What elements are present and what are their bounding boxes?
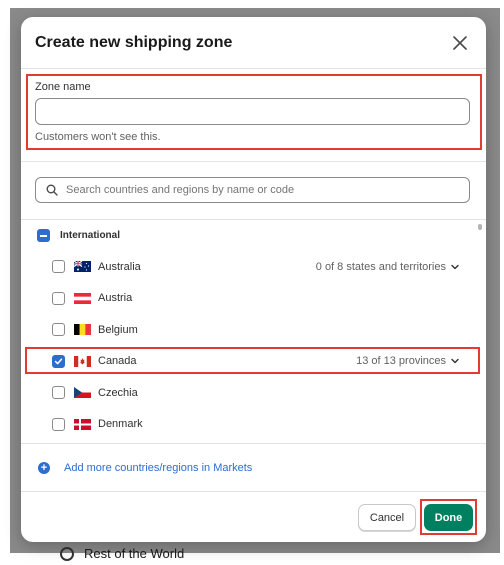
country-name: Denmark xyxy=(98,418,143,431)
denmark-flag-icon xyxy=(74,418,91,430)
australia-flag-icon xyxy=(74,261,91,273)
country-name: Belgium xyxy=(98,323,138,336)
region-count-dropdown[interactable]: 13 of 13 provinces xyxy=(356,355,460,367)
close-icon xyxy=(453,35,467,50)
country-row-canada[interactable]: Canada 13 of 13 provinces xyxy=(21,346,486,378)
plus-circle-icon: + xyxy=(38,461,50,474)
globe-icon xyxy=(60,546,74,561)
country-name: Austria xyxy=(98,292,133,305)
zone-name-label: Zone name xyxy=(35,81,91,93)
country-checkbox[interactable] xyxy=(52,417,65,431)
shipping-zone-modal: Create new shipping zone Zone name Custo… xyxy=(21,17,486,542)
cancel-button[interactable]: Cancel xyxy=(358,504,416,531)
close-button[interactable] xyxy=(448,31,472,55)
chevron-down-icon xyxy=(451,264,459,269)
country-row-belgium[interactable]: Belgium xyxy=(21,314,486,346)
modal-title: Create new shipping zone xyxy=(35,33,233,51)
canada-flag-icon xyxy=(74,355,91,367)
chevron-down-icon xyxy=(451,359,459,364)
austria-flag-icon xyxy=(74,292,91,304)
region-count: 13 of 13 provinces xyxy=(356,355,446,368)
zone-name-input[interactable] xyxy=(35,98,470,125)
country-list[interactable]: International Australia 0 of 8 states an… xyxy=(21,220,486,444)
region-count: 0 of 8 states and territories xyxy=(315,260,446,273)
search-section xyxy=(21,162,486,220)
country-name: Czechia xyxy=(98,386,138,399)
country-checkbox-checked[interactable] xyxy=(52,354,65,368)
country-row-denmark[interactable]: Denmark xyxy=(21,409,486,441)
czechia-flag-icon xyxy=(74,387,91,399)
add-more-link[interactable]: Add more countries/regions in Markets xyxy=(64,462,252,474)
done-button[interactable]: Done xyxy=(424,504,473,531)
country-row-czechia[interactable]: Czechia xyxy=(21,377,486,409)
background-row: Rest of the World xyxy=(60,546,184,561)
country-row-austria[interactable]: Austria xyxy=(21,283,486,315)
country-checkbox[interactable] xyxy=(52,291,65,305)
add-more-countries[interactable]: + Add more countries/regions in Markets xyxy=(21,444,486,492)
checkmark-icon xyxy=(54,358,63,365)
group-label: International xyxy=(60,230,121,241)
country-checkbox[interactable] xyxy=(52,260,65,274)
region-count-dropdown[interactable]: 0 of 8 states and territories xyxy=(316,261,460,273)
modal-footer: Cancel Done xyxy=(21,492,486,542)
country-row-australia[interactable]: Australia 0 of 8 states and territories xyxy=(21,251,486,283)
search-input[interactable] xyxy=(66,184,459,196)
country-checkbox[interactable] xyxy=(52,386,65,400)
country-checkbox[interactable] xyxy=(52,323,65,337)
zone-name-help: Customers won't see this. xyxy=(35,131,161,143)
country-name: Canada xyxy=(98,355,137,368)
scrollbar[interactable] xyxy=(478,224,482,230)
zone-name-section: Zone name Customers won't see this. xyxy=(21,69,486,162)
country-name: Australia xyxy=(98,260,141,273)
search-icon xyxy=(46,184,58,196)
country-search[interactable] xyxy=(35,177,470,203)
belgium-flag-icon xyxy=(74,324,91,336)
group-row-international[interactable]: International xyxy=(21,220,486,251)
background-row-label: Rest of the World xyxy=(84,546,185,561)
group-checkbox[interactable] xyxy=(37,229,50,242)
modal-header: Create new shipping zone xyxy=(21,17,486,69)
